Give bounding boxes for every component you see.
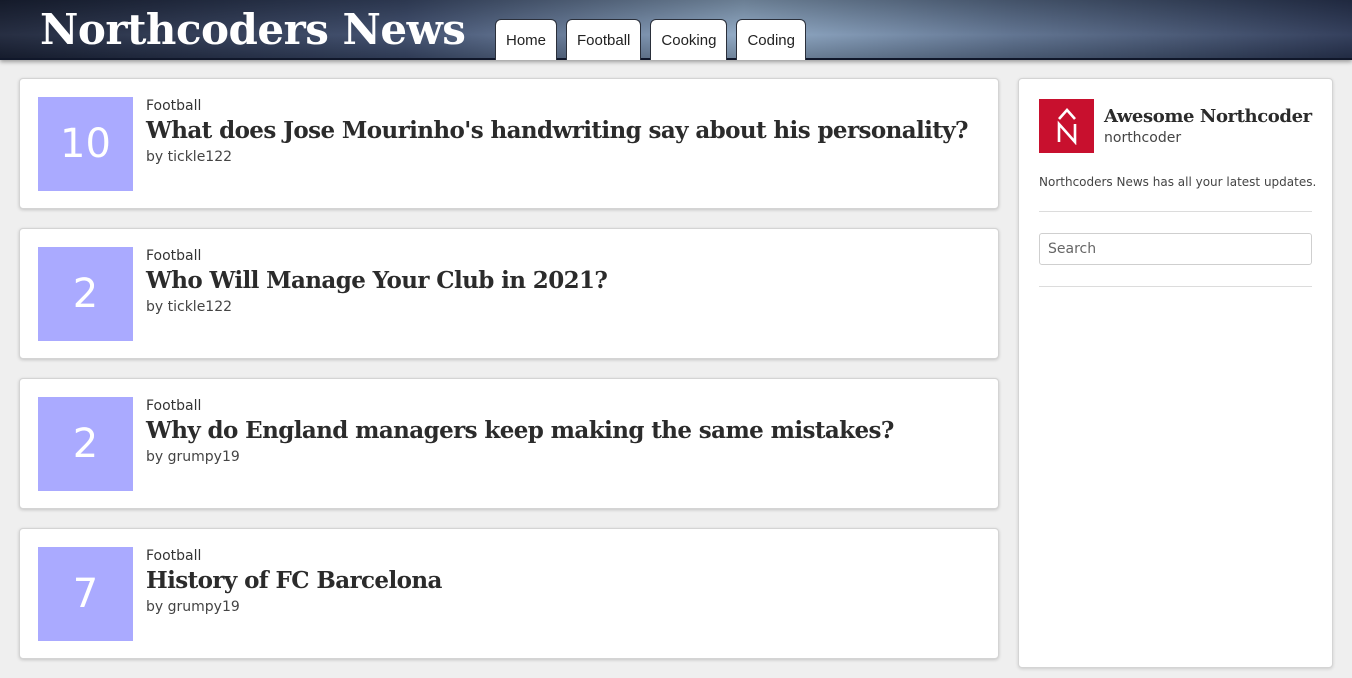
profile-username: northcoder: [1104, 130, 1182, 146]
site-title[interactable]: Northcoders News: [40, 4, 466, 56]
article-author: by grumpy19: [146, 449, 240, 465]
article-card[interactable]: 2 Football Why do England managers keep …: [19, 378, 999, 509]
topic-nav: Home Football Cooking Coding: [495, 19, 806, 60]
site-header: Northcoders News Home Football Cooking C…: [0, 0, 1352, 60]
article-author: by tickle122: [146, 149, 233, 165]
article-topic: Football: [146, 548, 202, 564]
article-title[interactable]: What does Jose Mourinho's handwriting sa…: [146, 117, 969, 144]
article-card[interactable]: 10 Football What does Jose Mourinho's ha…: [19, 78, 999, 209]
northcoders-logo-icon: [1039, 99, 1094, 153]
vote-count: 2: [38, 397, 133, 491]
article-author: by grumpy19: [146, 599, 240, 615]
tab-coding[interactable]: Coding: [736, 19, 806, 60]
northcoders-logo-icon-glyph: [1057, 108, 1076, 145]
vote-count: 2: [38, 247, 133, 341]
tab-cooking[interactable]: Cooking: [650, 19, 728, 60]
article-author: by tickle122: [146, 299, 233, 315]
article-card[interactable]: 7 Football History of FC Barcelona by gr…: [19, 528, 999, 659]
tab-home[interactable]: Home: [495, 19, 558, 60]
article-title[interactable]: History of FC Barcelona: [146, 567, 442, 594]
article-topic: Football: [146, 398, 202, 414]
tab-football[interactable]: Football: [566, 19, 642, 60]
article-card[interactable]: 2 Football Who Will Manage Your Club in …: [19, 228, 999, 359]
sidebar-description: Northcoders News has all your latest upd…: [1039, 175, 1317, 189]
article-title[interactable]: Who Will Manage Your Club in 2021?: [146, 267, 608, 294]
article-topic: Football: [146, 98, 202, 114]
divider: [1039, 211, 1312, 212]
search-input[interactable]: [1039, 233, 1312, 265]
vote-count: 10: [38, 97, 133, 191]
article-list: 10 Football What does Jose Mourinho's ha…: [19, 78, 999, 678]
sidebar: Awesome Northcoder northcoder Northcoder…: [1018, 78, 1333, 668]
vote-count: 7: [38, 547, 133, 641]
profile-name: Awesome Northcoder: [1104, 106, 1312, 127]
article-title[interactable]: Why do England managers keep making the …: [146, 417, 894, 444]
article-topic: Football: [146, 248, 202, 264]
divider: [1039, 286, 1312, 287]
